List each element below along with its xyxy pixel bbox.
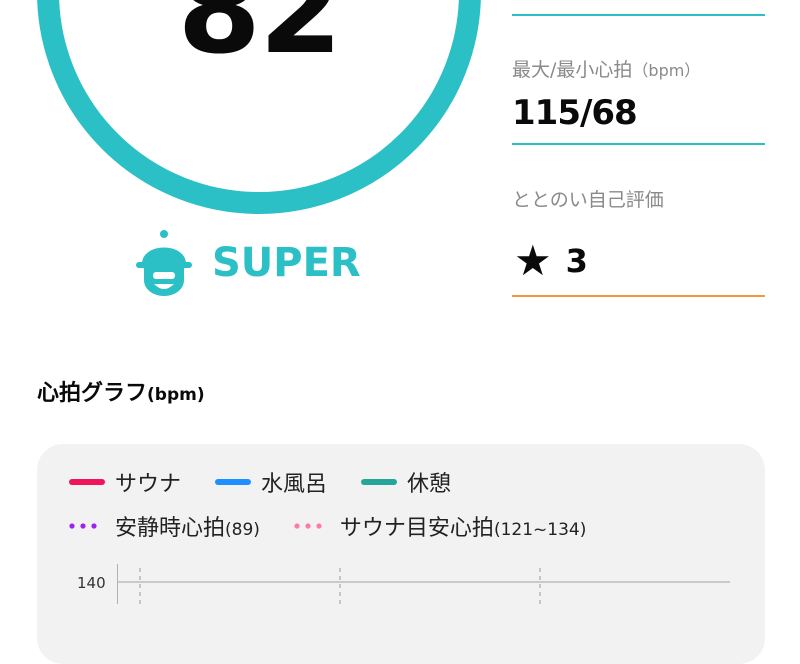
heart-rate-label: 最大/最小心拍（bpm） — [512, 59, 701, 81]
y-axis-tick-140: 140 — [77, 574, 106, 592]
self-rating-divider — [512, 295, 765, 297]
heart-rate-value: 115/68 — [512, 93, 638, 133]
level-badge: SUPER — [134, 228, 361, 298]
self-rating-value: ★ 3 — [514, 240, 588, 282]
legend-row-2: 安静時心拍(89) サウナ目安心拍(121~134) — [69, 510, 620, 542]
legend-dotted-swatch — [294, 523, 322, 529]
legend-resting-hr: 安静時心拍(89) — [69, 510, 260, 542]
rating-number: 3 — [565, 242, 588, 280]
heart-rate-stat: 最大/最小心拍（bpm） 115/68 — [512, 55, 765, 150]
legend-rest: 休憩 — [361, 466, 451, 498]
self-rating-label: ととのい自己評価 — [512, 189, 664, 211]
graph-plot-area — [117, 564, 730, 604]
level-label: SUPER — [212, 240, 361, 286]
legend-sauna: サウナ — [69, 466, 181, 498]
legend-swatch — [215, 479, 252, 485]
legend-swatch — [361, 479, 398, 485]
legend-cold-bath: 水風呂 — [215, 466, 327, 498]
score-value: 82 — [177, 0, 343, 81]
heart-rate-graph-card: サウナ 水風呂 休憩 安静時心拍(89) サウナ目安心拍(121~134) 14… — [37, 444, 765, 664]
star-icon: ★ — [514, 236, 552, 285]
legend-sauna-target-hr: サウナ目安心拍(121~134) — [294, 510, 586, 542]
sauna-hat-icon — [136, 230, 192, 296]
graph-title: 心拍グラフ(bpm) — [37, 381, 205, 406]
legend-row-1: サウナ 水風呂 休憩 — [69, 466, 485, 498]
heart-rate-divider — [512, 143, 765, 145]
legend-swatch — [69, 479, 105, 485]
legend-dotted-swatch — [69, 523, 97, 529]
